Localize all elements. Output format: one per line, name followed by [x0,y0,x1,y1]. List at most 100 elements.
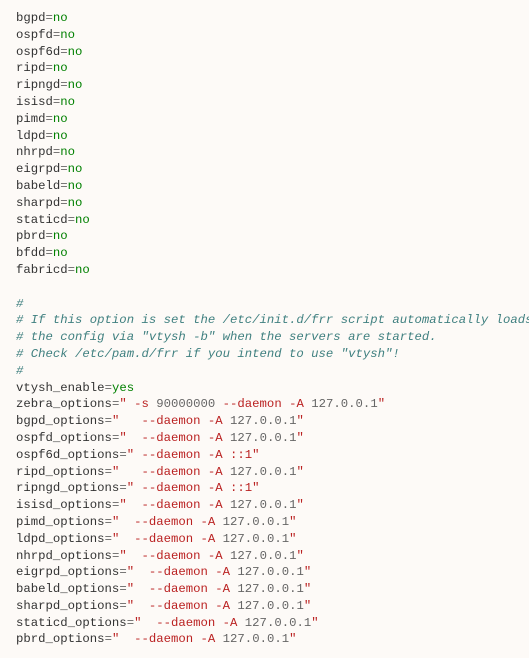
option-string-open: " [119,498,141,512]
option-addr-octet: 1 [297,582,304,596]
option-addr-octet: 127 [311,397,333,411]
daemon-value: no [68,179,83,193]
comment-line: # [16,364,23,378]
option-addr-octet: 127 [237,565,259,579]
comment-line: # [16,297,23,311]
option-string-close: " [289,532,296,546]
option-addr-octet: 0 [252,532,259,546]
daemon-value: no [68,196,83,210]
daemon-line: nhrpd=no [16,145,75,159]
option-string-open: " [112,515,134,529]
option-name: ospf6d_options [16,448,119,462]
option-name: isisd_options [16,498,112,512]
option-string-mid: --daemon -A [141,498,230,512]
daemon-value: no [75,213,90,227]
option-name: eigrpd_options [16,565,119,579]
option-string-close: " [289,632,296,646]
option-string-open: " -s [119,397,156,411]
option-string-mid: --daemon -A [141,549,230,563]
option-string-close: " [378,397,385,411]
option-addr-octet: 127 [230,498,252,512]
option-string-close: " [252,481,259,495]
option-addr-octet: 0 [356,397,363,411]
daemon-name: babeld [16,179,60,193]
option-addr-octet: 1 [289,549,296,563]
daemon-name: ldpd [16,129,46,143]
option-string-close: " [304,599,311,613]
option-addr-octet: 0 [252,632,259,646]
option-addr-octet: 127 [237,582,259,596]
daemon-value: no [60,95,75,109]
option-name: sharpd_options [16,599,119,613]
option-addr-octet: 0 [252,515,259,529]
option-string-open: " [127,599,149,613]
daemon-name: bgpd [16,11,46,25]
option-line: zebra_options=" -s 90000000 --daemon -A … [16,397,385,411]
comment-line: # Check /etc/pam.d/frr if you intend to … [16,347,400,361]
option-name: pimd_options [16,515,105,529]
option-addr-octet: 127 [230,549,252,563]
option-addr-octet: 1 [289,414,296,428]
comment-row: # [16,364,23,378]
option-addr-octet: 1 [289,498,296,512]
option-addr-octet: 0 [274,465,281,479]
option-addr: ::1 [230,448,252,462]
comment-row: # [16,297,23,311]
vtysh-enable-line: vtysh_enable=yes [16,381,134,395]
option-string-open: " [112,414,142,428]
option-name: ldpd_options [16,532,105,546]
option-string-mid: --daemon -A [141,414,230,428]
comment-row: # the config via "vtysh -b" when the ser… [16,330,437,344]
option-string-mid: --daemon -A [156,616,245,630]
vtysh-enable-name: vtysh_enable [16,381,105,395]
daemon-value: no [53,229,68,243]
option-line: ripngd_options=" --daemon -A ::1" [16,481,260,495]
option-name: ospfd_options [16,431,112,445]
vtysh-enable-value: yes [112,381,134,395]
daemon-name: ospfd [16,28,53,42]
daemon-value: no [68,45,83,59]
daemon-value: no [53,61,68,75]
option-addr-octet: 0 [260,498,267,512]
option-line: babeld_options=" --daemon -A 127.0.0.1" [16,582,311,596]
option-string-mid: --daemon -A [141,481,230,495]
config-code-block: bgpd=no ospfd=no ospf6d=no ripd=no ripng… [0,0,529,658]
daemon-name: bfdd [16,246,46,260]
option-string-mid: --daemon -A [215,397,311,411]
daemon-line: bfdd=no [16,246,68,260]
comment-line: # the config via "vtysh -b" when the ser… [16,330,437,344]
daemon-value: no [53,129,68,143]
option-addr-octet: 0 [289,616,296,630]
daemon-line: staticd=no [16,213,90,227]
option-string-close: " [311,616,318,630]
option-string-close: " [304,582,311,596]
option-addr-octet: 127 [237,599,259,613]
daemon-name: fabricd [16,263,68,277]
daemon-line: eigrpd=no [16,162,82,176]
option-line: ospfd_options=" --daemon -A 127.0.0.1" [16,431,304,445]
option-string-mid: --daemon -A [141,431,230,445]
daemon-line: ospfd=no [16,28,75,42]
option-string-mid: --daemon -A [149,582,238,596]
option-line: ospf6d_options=" --daemon -A ::1" [16,448,260,462]
daemon-name: nhrpd [16,145,53,159]
option-string-open: " [112,632,134,646]
daemon-line: babeld=no [16,179,82,193]
option-string-open: " [112,465,142,479]
option-line: sharpd_options=" --daemon -A 127.0.0.1" [16,599,311,613]
comment-row: # If this option is set the /etc/init.d/… [16,313,529,327]
option-string-mid: --daemon -A [134,632,223,646]
daemon-line: ripd=no [16,61,68,75]
option-name: babeld_options [16,582,119,596]
option-addr-octet: 0 [274,414,281,428]
daemon-name: ospf6d [16,45,60,59]
option-line: pbrd_options=" --daemon -A 127.0.0.1" [16,632,297,646]
option-addr-octet: 127 [230,465,252,479]
option-line: ripd_options=" --daemon -A 127.0.0.1" [16,465,304,479]
option-name: ripd_options [16,465,105,479]
option-addr-octet: 0 [282,582,289,596]
daemon-name: eigrpd [16,162,60,176]
option-string-mid: --daemon -A [141,465,230,479]
option-addr-octet: 127 [230,431,252,445]
daemon-value: no [60,28,75,42]
